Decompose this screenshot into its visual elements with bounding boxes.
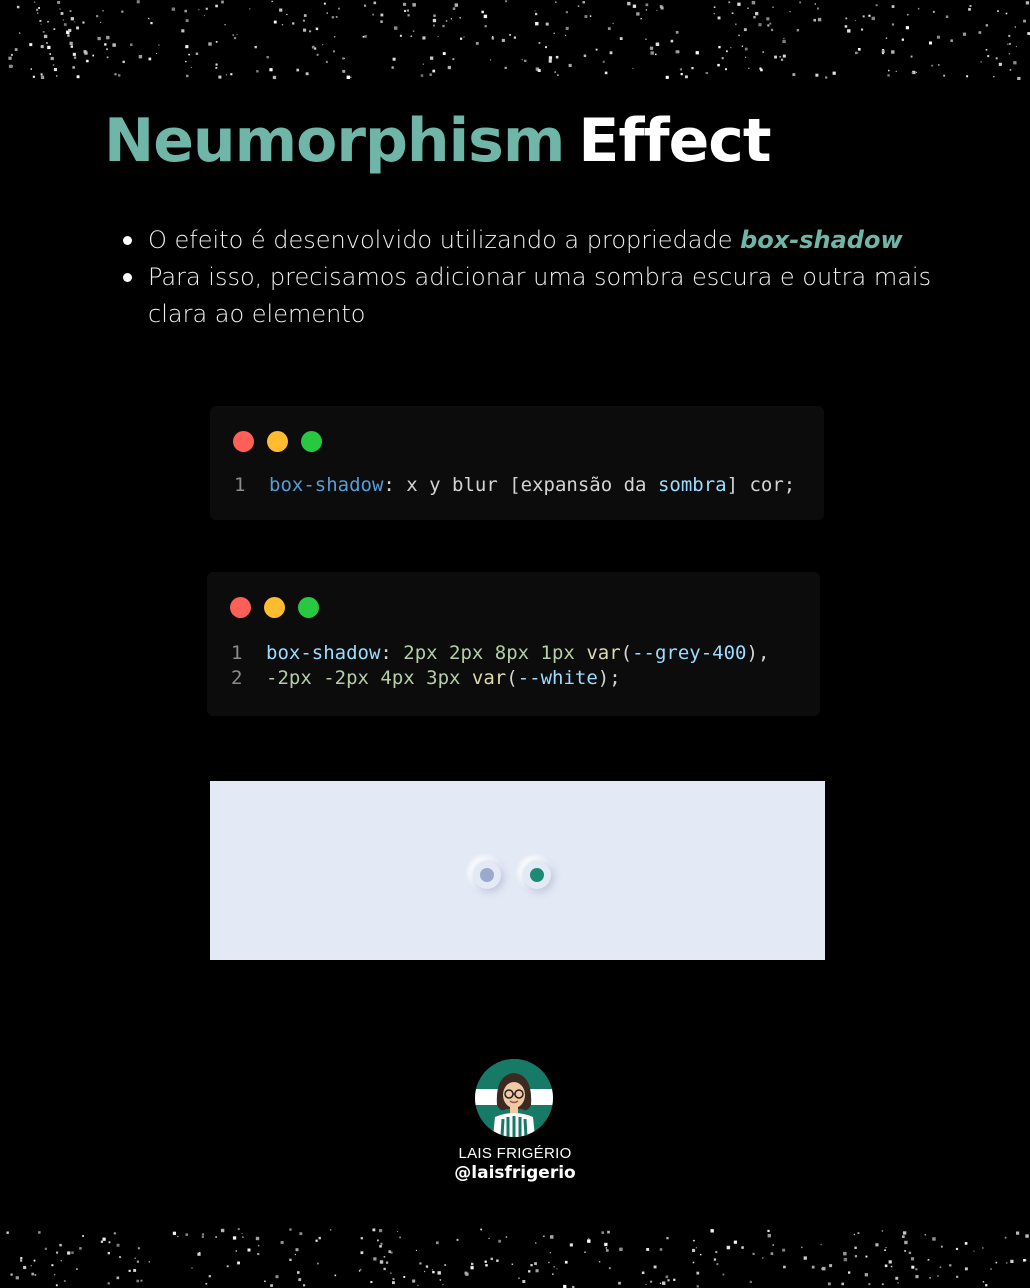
- code-token: --grey-400: [632, 642, 747, 664]
- bullet-item: O efeito é desenvolvido utilizando a pro…: [120, 222, 940, 259]
- close-dot-icon: [230, 597, 251, 618]
- bullet-list: O efeito é desenvolvido utilizando a pro…: [120, 222, 940, 333]
- code-token: box-shadow: [269, 474, 384, 496]
- code-token: var: [586, 642, 621, 664]
- radio-dot-icon: [530, 868, 544, 882]
- code-token: (: [506, 667, 518, 689]
- code-token: --white: [517, 667, 598, 689]
- code-line: 2 -2px -2px 4px 3px var(--white);: [231, 666, 769, 691]
- code-block: 1 box-shadow: 2px 2px 8px 1px var(--grey-…: [231, 641, 769, 691]
- code-token: var: [471, 667, 507, 689]
- bullet-text: O efeito é desenvolvido utilizando a pro…: [148, 226, 741, 254]
- title-rest: Effect: [578, 106, 771, 176]
- neumorphic-radio-selected[interactable]: [523, 861, 551, 889]
- maximize-dot-icon: [298, 597, 319, 618]
- avatar-illustration-icon: [475, 1059, 553, 1137]
- neumorphism-preview: [210, 781, 825, 960]
- line-number: 1: [234, 474, 246, 496]
- radio-dot-icon: [480, 868, 494, 882]
- minimize-dot-icon: [264, 597, 285, 618]
- code-token: -2px -2px 4px 3px: [266, 667, 461, 689]
- code-token: :: [380, 642, 404, 664]
- code-line: 1 box-shadow: x y blur [expansão da sombr…: [234, 473, 795, 498]
- code-token: (: [620, 642, 633, 664]
- author-handle: @laisfrigerio: [454, 1163, 576, 1183]
- author-name: LAIS FRIGÉRIO: [458, 1145, 572, 1162]
- avatar: [475, 1059, 553, 1137]
- code-token: ] cor;: [726, 474, 796, 496]
- bullet-keyword: box-shadow: [740, 226, 903, 254]
- code-window-example: 1 box-shadow: 2px 2px 8px 1px var(--grey-…: [207, 572, 820, 716]
- line-number: 1: [231, 642, 243, 664]
- code-block: 1 box-shadow: x y blur [expansão da sombr…: [234, 473, 795, 498]
- bullet-item: Para isso, precisamos adicionar uma somb…: [120, 259, 940, 333]
- code-token: 2px 2px 8px 1px: [403, 642, 575, 664]
- bullet-text: Para isso, precisamos adicionar uma somb…: [148, 263, 932, 328]
- window-controls: [230, 597, 319, 618]
- page-title: Neumorphism Effect: [104, 104, 772, 178]
- bottom-speckle-decoration: [0, 1228, 1030, 1288]
- close-dot-icon: [233, 431, 254, 452]
- minimize-dot-icon: [267, 431, 288, 452]
- code-token: ),: [746, 642, 770, 664]
- line-number: 2: [231, 667, 243, 689]
- code-token: : x y blur [expansão da: [383, 474, 658, 496]
- code-line: 1 box-shadow: 2px 2px 8px 1px var(--grey-…: [231, 641, 769, 666]
- code-token: box-shadow: [266, 642, 381, 664]
- code-token: sombra: [657, 474, 727, 496]
- code-token: );: [597, 667, 621, 689]
- neumorphic-radio-unselected[interactable]: [473, 861, 501, 889]
- title-highlight: Neumorphism: [104, 106, 565, 176]
- code-window-syntax: 1 box-shadow: x y blur [expansão da sombr…: [210, 406, 824, 520]
- top-speckle-decoration: [0, 0, 1030, 80]
- window-controls: [233, 431, 322, 452]
- maximize-dot-icon: [301, 431, 322, 452]
